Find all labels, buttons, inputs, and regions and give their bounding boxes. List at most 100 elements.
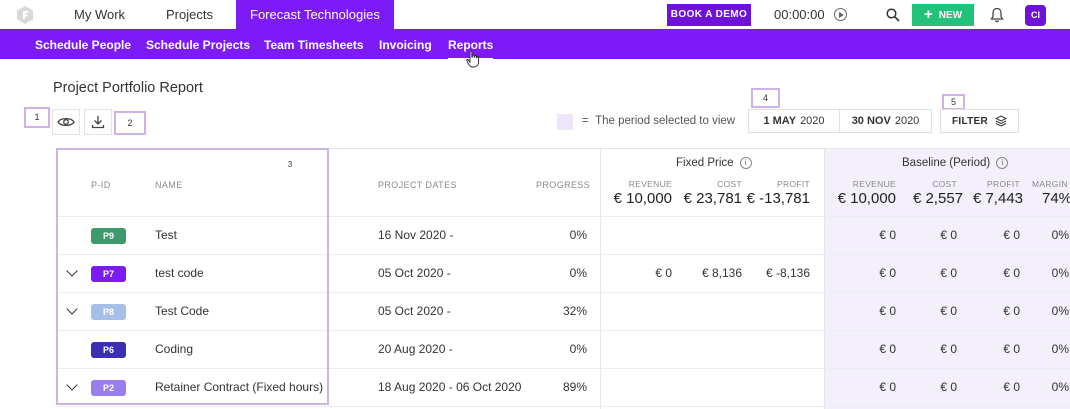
callout-5: 5	[942, 94, 965, 110]
fixed-price-profit: € -8,136	[765, 266, 810, 280]
subnav-team-timesheets[interactable]: Team Timesheets	[264, 38, 364, 52]
project-name[interactable]: Test Code	[155, 304, 209, 318]
new-button[interactable]: + NEW	[912, 4, 974, 26]
fixed-price-profit-label: PROFIT	[777, 179, 810, 189]
baseline-cost: € 0	[940, 380, 957, 394]
nav-my-work[interactable]: My Work	[74, 0, 125, 29]
legend-label: The period selected to view	[595, 115, 736, 127]
forecast-logo-icon[interactable]	[16, 6, 34, 24]
project-dates: 18 Aug 2020 - 06 Oct 2020	[378, 380, 522, 394]
baseline-revenue: € 0	[879, 266, 896, 280]
baseline-revenue-total: € 10,000	[837, 190, 896, 207]
subnav-schedule-projects[interactable]: Schedule Projects	[146, 38, 250, 52]
project-id-badge[interactable]: P6	[91, 342, 126, 358]
baseline-cost: € 0	[940, 304, 957, 318]
fixed-price-revenue-total: € 10,000	[613, 190, 672, 207]
callout-3: 3	[283, 159, 297, 171]
header-pid[interactable]: P-ID	[91, 180, 111, 190]
project-id-badge[interactable]: P7	[91, 266, 126, 282]
progress-value: 89%	[562, 380, 587, 394]
subnav-schedule-people[interactable]: Schedule People	[35, 38, 131, 52]
baseline-title: Baseline (Period)	[902, 157, 991, 169]
baseline-margin-total: 74%	[1042, 190, 1070, 207]
play-icon[interactable]	[834, 8, 847, 21]
project-name[interactable]: Coding	[155, 342, 193, 356]
baseline-margin-label: MARGIN	[1032, 179, 1068, 189]
baseline-revenue: € 0	[879, 342, 896, 356]
fixed-price-cost-label: COST	[717, 179, 742, 189]
filter-label: FILTER	[951, 115, 989, 127]
toggle-visibility-button[interactable]	[52, 109, 80, 135]
baseline-profit: € 0	[1003, 304, 1020, 318]
baseline-margin: 0%	[1051, 228, 1069, 242]
project-name[interactable]: Retainer Contract (Fixed hours)	[155, 380, 323, 394]
page-title: Project Portfolio Report	[53, 80, 203, 96]
baseline-profit: € 0	[1003, 342, 1020, 356]
project-name[interactable]: test code	[155, 266, 204, 280]
nav-projects[interactable]: Projects	[166, 0, 213, 29]
baseline-cost: € 0	[940, 342, 957, 356]
project-id-badge[interactable]: P2	[91, 380, 126, 396]
nav-forecast-technologies[interactable]: Forecast Technologies	[236, 0, 394, 29]
period-legend-text: = The period selected to view	[582, 115, 735, 127]
layers-icon	[995, 115, 1008, 127]
progress-value: 0%	[569, 228, 587, 242]
info-icon[interactable]: i	[996, 157, 1009, 169]
progress-value: 0%	[569, 342, 587, 356]
project-dates: 16 Nov 2020 -	[378, 228, 454, 242]
fixed-price-cost: € 8,136	[701, 266, 742, 280]
eye-icon	[57, 117, 75, 127]
fixed-price-header: Fixed Price i	[676, 157, 752, 169]
callout-2: 2	[114, 111, 146, 135]
end-date-picker[interactable]: 30 NOV 2020	[839, 109, 932, 133]
fixed-price-cost-total: € 23,781	[683, 190, 742, 207]
search-icon[interactable]	[886, 8, 900, 22]
plus-icon: +	[923, 6, 933, 23]
baseline-header: Baseline (Period) i	[902, 157, 1009, 169]
start-date-picker[interactable]: 1 MAY 2020	[748, 109, 840, 133]
end-date-day: 30 NOV	[851, 115, 891, 127]
download-icon	[91, 116, 105, 129]
fixed-price-title: Fixed Price	[676, 157, 734, 169]
bell-icon[interactable]	[989, 7, 1005, 23]
row-divider	[56, 406, 1070, 407]
baseline-cost: € 0	[940, 228, 957, 242]
portfolio-table: P-ID NAME PROJECT DATES PROGRESS 3 Fixed…	[56, 148, 1070, 409]
baseline-profit: € 0	[1003, 380, 1020, 394]
project-id-badge[interactable]: P9	[91, 228, 126, 244]
legend-equals: =	[582, 115, 589, 127]
baseline-profit: € 0	[1003, 266, 1020, 280]
download-button[interactable]	[84, 109, 112, 135]
new-button-label: NEW	[938, 9, 963, 21]
book-demo-button[interactable]: BOOK A DEMO	[667, 4, 751, 26]
start-date-day: 1 MAY	[763, 115, 797, 127]
progress-value: 0%	[569, 266, 587, 280]
baseline-cost-total: € 2,557	[912, 190, 963, 207]
fixed-price-revenue: € 0	[655, 266, 672, 280]
avatar[interactable]: CI	[1025, 5, 1046, 26]
fixed-price-revenue-label: REVENUE	[628, 179, 672, 189]
baseline-profit-label: PROFIT	[987, 179, 1020, 189]
callout-4: 4	[751, 88, 780, 108]
fixed-price-profit-total: € -13,781	[746, 190, 810, 207]
project-dates: 05 Oct 2020 -	[378, 266, 451, 280]
sub-nav: Schedule People Schedule Projects Team T…	[0, 29, 1070, 60]
project-name[interactable]: Test	[155, 228, 177, 242]
timer-display: 00:00:00	[774, 7, 825, 22]
baseline-revenue-label: REVENUE	[852, 179, 896, 189]
baseline-margin: 0%	[1051, 304, 1069, 318]
project-dates: 20 Aug 2020 -	[378, 342, 453, 356]
end-date-year: 2020	[894, 115, 920, 127]
period-legend-swatch	[557, 114, 573, 130]
baseline-profit: € 0	[1003, 228, 1020, 242]
header-project-dates[interactable]: PROJECT DATES	[378, 180, 457, 190]
subnav-invoicing[interactable]: Invoicing	[379, 38, 432, 52]
baseline-margin: 0%	[1051, 342, 1069, 356]
info-icon[interactable]: i	[739, 157, 752, 169]
filter-button[interactable]: FILTER	[940, 109, 1019, 133]
hand-cursor-icon	[466, 50, 480, 68]
header-name[interactable]: NAME	[155, 180, 183, 190]
header-progress[interactable]: PROGRESS	[536, 180, 590, 190]
start-date-year: 2020	[800, 115, 825, 127]
project-id-badge[interactable]: P8	[91, 304, 126, 320]
